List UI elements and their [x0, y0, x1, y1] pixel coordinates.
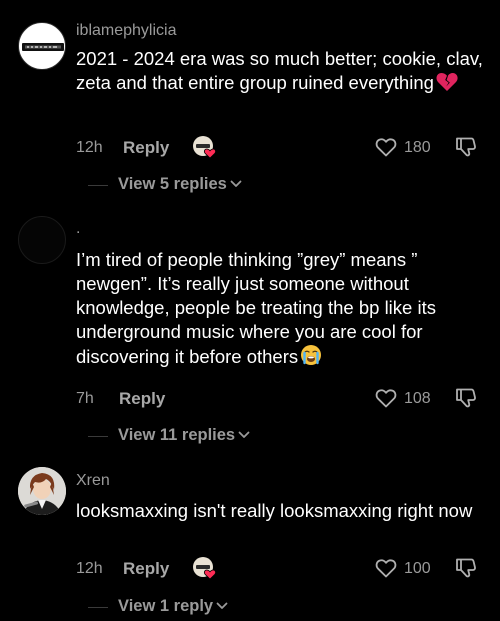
- thumbs-down-icon: [456, 558, 476, 578]
- like-button[interactable]: [374, 556, 398, 580]
- avatar[interactable]: [18, 467, 66, 515]
- creator-liked-badge: [192, 556, 218, 580]
- broken-heart-icon: [436, 72, 458, 98]
- like-count: 100: [404, 560, 431, 577]
- comment-actions: 12h Reply 180: [76, 135, 500, 161]
- like-button[interactable]: [374, 135, 398, 159]
- dislike-button[interactable]: [454, 386, 478, 410]
- replies-divider: [88, 185, 108, 186]
- comment-text: looksmaxxing isn't really looksmaxxing r…: [76, 499, 486, 523]
- heart-outline-icon: [375, 559, 397, 578]
- comment-text-body: looksmaxxing isn't really looksmaxxing r…: [76, 500, 473, 521]
- dislike-button[interactable]: [454, 135, 478, 159]
- comment-username[interactable]: .: [76, 220, 80, 238]
- comment-text-body: I’m tired of people thinking ”grey” mean…: [76, 249, 436, 367]
- view-replies-text: View 5 replies: [118, 175, 227, 193]
- view-replies-text: View 1 reply: [118, 597, 214, 615]
- avatar[interactable]: [18, 22, 66, 70]
- replies-divider: [88, 607, 108, 608]
- thumbs-down-icon: [456, 137, 476, 157]
- heart-outline-icon: [375, 389, 397, 408]
- comment-timestamp: 12h: [76, 560, 103, 577]
- comment-username[interactable]: iblamephylicia: [76, 22, 177, 40]
- comment-actions: 12h Reply 100: [76, 556, 500, 582]
- comment-username[interactable]: Xren: [76, 472, 110, 490]
- heart-outline-icon: [375, 138, 397, 157]
- creator-liked-avatar-heart-icon: [193, 557, 217, 580]
- creator-liked-avatar-heart-icon: [193, 136, 217, 159]
- chevron-down-icon: [216, 602, 228, 609]
- avatar-logo-icon: [22, 43, 64, 51]
- replies-divider: [88, 436, 108, 437]
- like-button[interactable]: [374, 386, 398, 410]
- view-replies-label: View 5 replies: [118, 175, 242, 194]
- reply-button[interactable]: Reply: [123, 138, 169, 158]
- reply-button[interactable]: Reply: [119, 389, 165, 409]
- comment-timestamp: 7h: [76, 390, 94, 407]
- reply-button[interactable]: Reply: [123, 559, 169, 579]
- view-replies-text: View 11 replies: [118, 426, 236, 444]
- anime-character-avatar-icon: [18, 467, 66, 515]
- like-count: 180: [404, 139, 431, 156]
- dislike-button[interactable]: [454, 556, 478, 580]
- creator-liked-badge: [192, 135, 218, 159]
- avatar[interactable]: [18, 216, 66, 264]
- comment-timestamp: 12h: [76, 139, 103, 156]
- comment-text: I’m tired of people thinking ”grey” mean…: [76, 248, 486, 372]
- thumbs-down-icon: [456, 388, 476, 408]
- view-replies-label: View 11 replies: [118, 426, 250, 445]
- comment-text-body: 2021 - 2024 era was so much better; cook…: [76, 48, 483, 93]
- view-replies-label: View 1 reply: [118, 597, 228, 616]
- comment-actions: 7h Reply 108: [76, 386, 500, 412]
- like-count: 108: [404, 390, 431, 407]
- loudly-crying-face-icon: [300, 344, 322, 372]
- chevron-down-icon: [238, 431, 250, 438]
- chevron-down-icon: [230, 180, 242, 187]
- comment-text: 2021 - 2024 era was so much better; cook…: [76, 47, 486, 98]
